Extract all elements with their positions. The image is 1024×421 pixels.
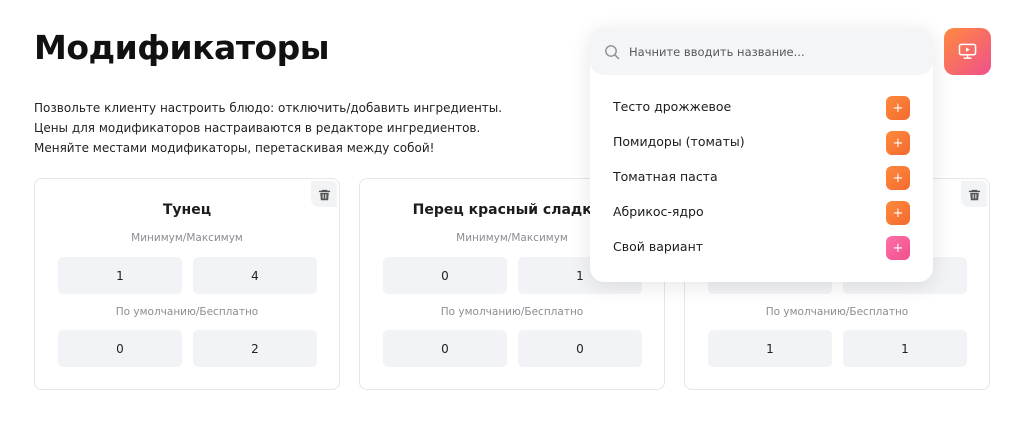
default-free-label: По умолчанию/Бесплатно [765,306,909,318]
page-title: Модификаторы [34,28,330,67]
search-bar[interactable] [590,28,933,75]
search-input[interactable] [629,44,909,59]
ingredient-dropdown: Тесто дрожжевое + Помидоры (томаты) + То… [590,28,933,282]
option-yeast-dough[interactable]: Тесто дрожжевое + [590,90,933,125]
trash-icon [318,189,330,200]
option-tomatoes[interactable]: Помидоры (томаты) + [590,125,933,160]
plus-icon[interactable]: + [886,201,910,225]
screen-preview-icon [958,43,977,59]
plus-icon[interactable]: + [886,236,910,260]
default-field[interactable]: 0 [58,330,182,367]
free-field[interactable]: 0 [518,330,642,367]
plus-icon[interactable]: + [886,166,910,190]
search-icon [605,44,620,59]
default-field[interactable]: 1 [708,330,832,367]
default-free-label: По умолчанию/Бесплатно [440,306,584,318]
option-label: Свой вариант [613,239,704,254]
page-description: Позвольте клиенту настроить блюдо: отклю… [34,101,503,155]
option-tomato-paste[interactable]: Томатная паста + [590,160,933,195]
free-field[interactable]: 1 [843,330,967,367]
free-field[interactable]: 2 [193,330,317,367]
min-field[interactable]: 1 [58,257,182,294]
modifier-title[interactable]: Тунец [35,202,339,218]
min-field[interactable]: 0 [383,257,507,294]
option-label: Томатная паста [613,169,718,184]
max-field[interactable]: 4 [193,257,317,294]
preview-button[interactable] [944,28,991,75]
modifier-card-tuna[interactable]: Тунец Минимум/Максимум 1 4 По умолчанию/… [34,178,340,390]
option-label: Помидоры (томаты) [613,134,745,149]
option-label: Абрикос-ядро [613,204,704,219]
option-label: Тесто дрожжевое [613,99,732,114]
trash-icon [968,189,980,200]
default-field[interactable]: 0 [383,330,507,367]
plus-icon[interactable]: + [886,96,910,120]
delete-button[interactable] [961,181,987,207]
plus-icon[interactable]: + [886,131,910,155]
option-custom[interactable]: Свой вариант + [590,230,933,265]
option-apricot-kernel[interactable]: Абрикос-ядро + [590,195,933,230]
default-free-label: По умолчанию/Бесплатно [115,306,259,318]
minmax-label: Минимум/Максимум [131,232,243,244]
